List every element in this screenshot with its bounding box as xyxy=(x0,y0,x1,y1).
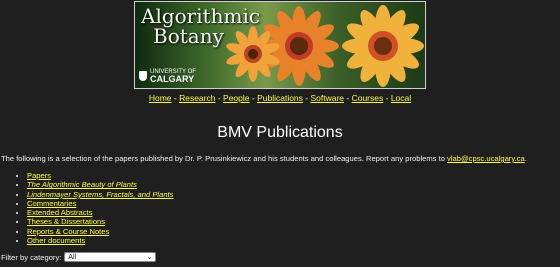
nav-link-research[interactable]: Research xyxy=(179,93,215,103)
crest-icon xyxy=(139,71,147,81)
nav-link-courses[interactable]: Courses xyxy=(352,93,384,103)
university-logo: UNIVERSITY OF CALGARY xyxy=(139,69,196,84)
university-name: CALGARY xyxy=(150,74,195,84)
nav-link-people[interactable]: People xyxy=(223,93,249,103)
category-link-reports[interactable]: Reports & Course Notes xyxy=(27,227,109,236)
nav-separator: - xyxy=(344,93,352,103)
list-item: Papers xyxy=(27,171,173,180)
list-item: Reports & Course Notes xyxy=(27,227,173,236)
category-select-value: All xyxy=(68,254,77,261)
site-title-line2: Botany xyxy=(153,24,224,48)
category-link-other-documents[interactable]: Other documents xyxy=(27,236,85,245)
category-filter: Filter by category: All ⌄ xyxy=(1,252,157,262)
category-link-extended-abstracts[interactable]: Extended Abstracts xyxy=(27,208,92,217)
nav-separator: - xyxy=(383,93,391,103)
intro-text: The following is a selection of the pape… xyxy=(1,154,448,163)
nav-link-software[interactable]: Software xyxy=(310,93,344,103)
nav-separator: - xyxy=(171,93,180,103)
intro-end: . xyxy=(524,154,527,163)
list-item: Extended Abstracts xyxy=(27,208,173,217)
page-title: BMV Publications xyxy=(217,124,343,141)
nav-separator: - xyxy=(249,93,258,103)
intro-paragraph: The following is a selection of the pape… xyxy=(1,154,559,163)
category-select[interactable]: All ⌄ xyxy=(64,252,157,262)
category-list: Papers The Algorithmic Beauty of Plants … xyxy=(0,171,173,245)
site-title-line1: Algorithmic xyxy=(141,4,261,28)
nav-separator: - xyxy=(215,93,224,103)
list-item: Other documents xyxy=(27,236,173,245)
nav-link-local[interactable]: Local xyxy=(391,93,411,103)
top-navigation: Home - Research - People - Publications … xyxy=(0,93,560,103)
filter-label: Filter by category: xyxy=(1,252,62,262)
list-item: The Algorithmic Beauty of Plants xyxy=(27,180,173,189)
list-item: Commentaries xyxy=(27,199,173,208)
category-link-papers[interactable]: Papers xyxy=(27,171,51,180)
category-link-theses[interactable]: Theses & Dissertations xyxy=(27,217,105,226)
category-link-algorithmic-beauty[interactable]: The Algorithmic Beauty of Plants xyxy=(27,180,137,189)
chevron-down-icon: ⌄ xyxy=(146,254,153,261)
flower-image-right xyxy=(342,5,424,87)
nav-link-publications[interactable]: Publications xyxy=(257,93,303,103)
nav-link-home[interactable]: Home xyxy=(149,93,172,103)
category-link-lindenmayer-systems[interactable]: Lindenmayer Systems, Fractals, and Plant… xyxy=(27,190,173,199)
category-link-commentaries[interactable]: Commentaries xyxy=(27,199,76,208)
contact-email-link[interactable]: vlab@cpsc.ucalgary.ca xyxy=(447,154,525,163)
list-item: Theses & Dissertations xyxy=(27,217,173,226)
site-title: Algorithmic Botany xyxy=(141,6,260,46)
list-item: Lindenmayer Systems, Fractals, and Plant… xyxy=(27,190,173,199)
site-banner[interactable]: Algorithmic Botany UNIVERSITY OF CALGARY xyxy=(134,1,426,89)
